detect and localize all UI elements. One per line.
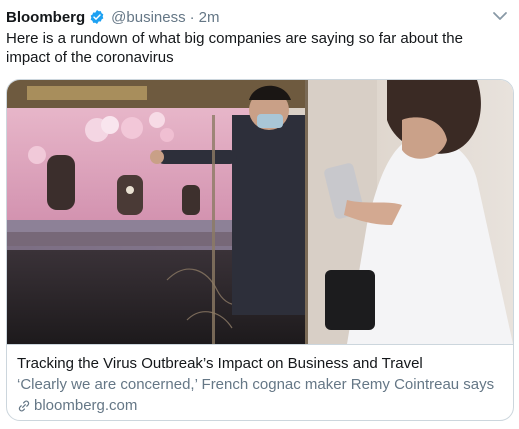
verified-badge-icon [90, 10, 104, 24]
tweet[interactable]: Bloomberg @business · 2m Here is a rundo… [0, 0, 519, 429]
link-card[interactable]: Tracking the Virus Outbreak’s Impact on … [6, 79, 514, 421]
card-domain[interactable]: bloomberg.com [17, 396, 503, 415]
link-icon [18, 400, 30, 411]
tweet-header: Bloomberg @business · 2m [6, 6, 219, 28]
card-photo [7, 80, 513, 344]
card-title[interactable]: Tracking the Virus Outbreak’s Impact on … [17, 354, 503, 373]
author-handle[interactable]: @business [111, 9, 185, 26]
author-name[interactable]: Bloomberg [6, 9, 85, 26]
tweet-text: Here is a rundown of what big companies … [6, 30, 463, 66]
card-domain-label: bloomberg.com [34, 397, 138, 414]
separator-dot: · [189, 8, 195, 26]
card-description: ‘Clearly we are concerned,’ French cogna… [17, 376, 495, 393]
chevron-down-icon[interactable] [491, 9, 509, 23]
timestamp[interactable]: 2m [199, 9, 220, 26]
card-body[interactable]: Tracking the Virus Outbreak’s Impact on … [7, 344, 513, 420]
card-image[interactable] [7, 80, 513, 344]
